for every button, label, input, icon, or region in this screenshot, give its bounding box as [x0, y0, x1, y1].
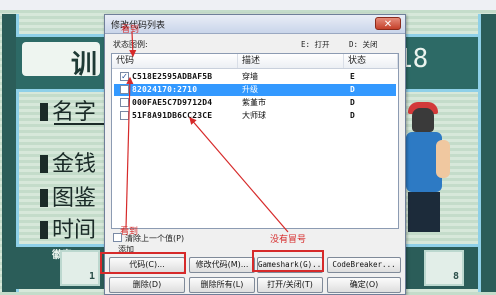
arrow-left	[125, 76, 134, 229]
arrow-right	[189, 117, 289, 233]
arrow-top	[129, 31, 137, 58]
annotation-arrows	[125, 31, 289, 233]
